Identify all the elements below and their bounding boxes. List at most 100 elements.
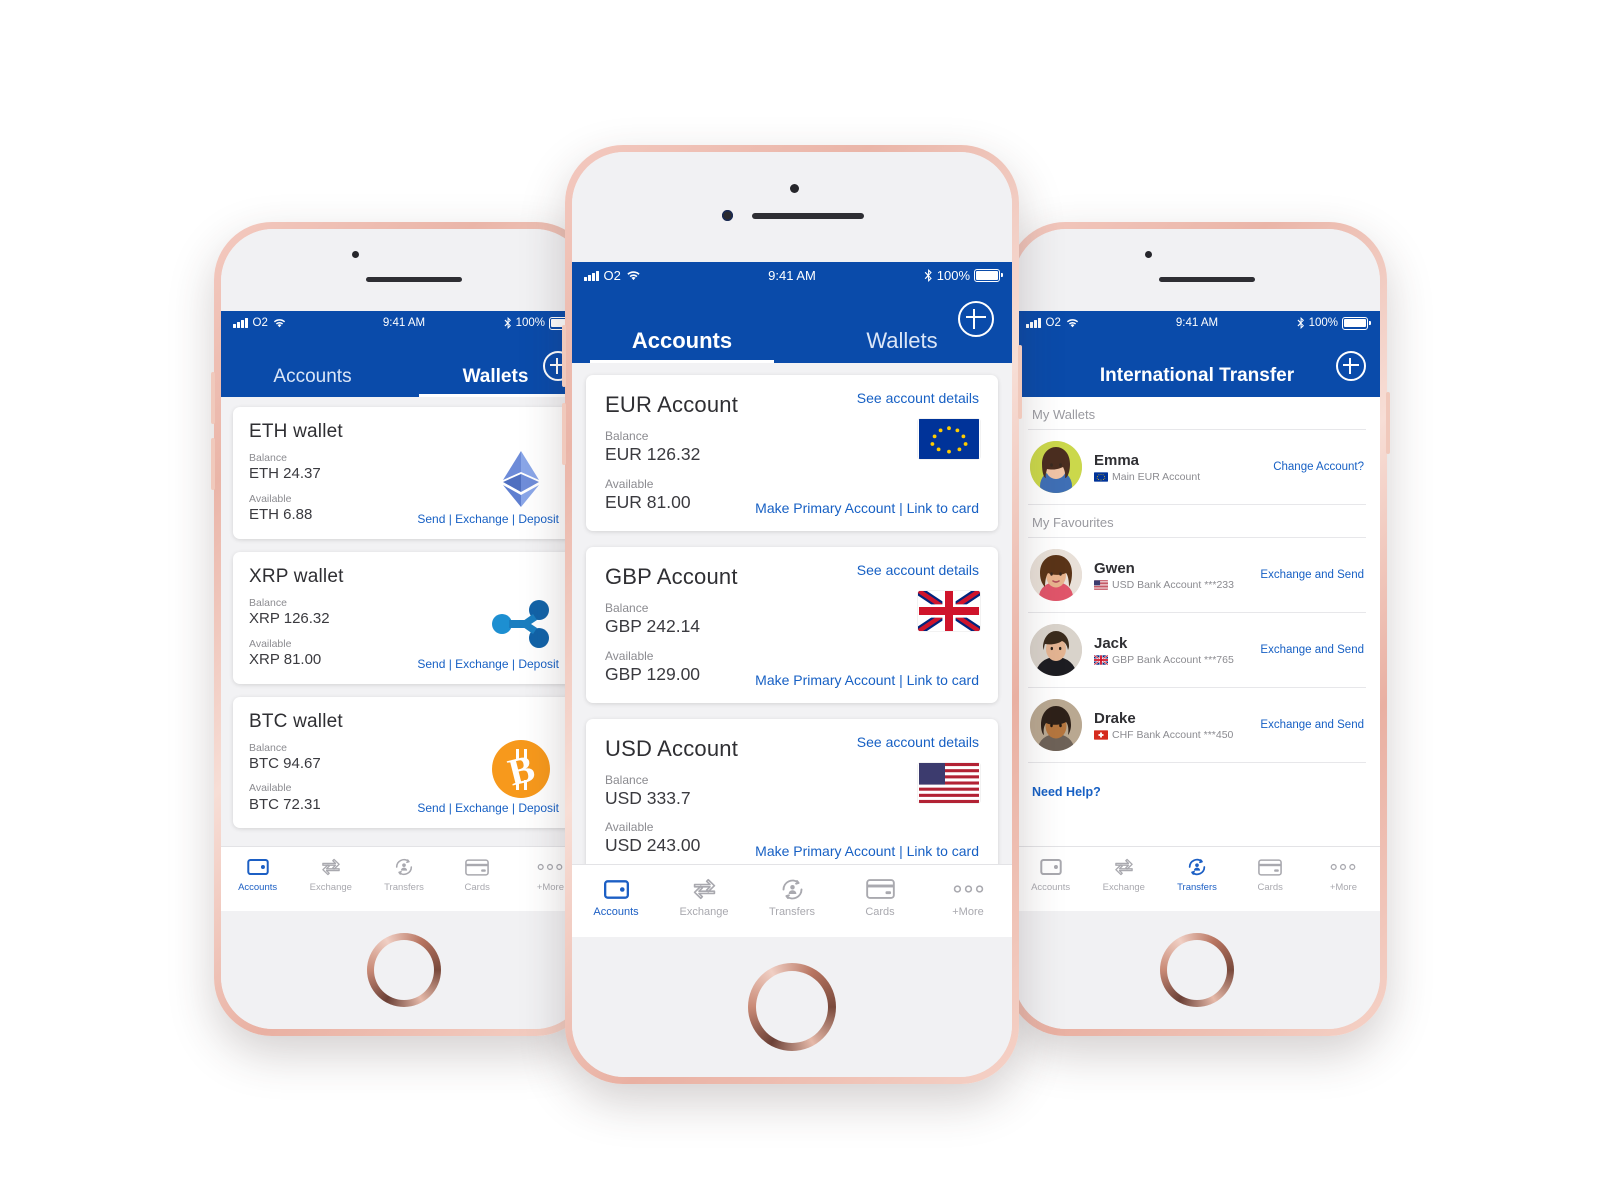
- tabbar-accounts[interactable]: Accounts: [221, 855, 294, 893]
- power-button[interactable]: [1018, 345, 1022, 419]
- exchange-arrows-icon: [1087, 855, 1160, 879]
- wallet-actions[interactable]: Send | Exchange | Deposit: [417, 512, 559, 526]
- battery-icon: [974, 269, 1003, 282]
- us-flag-icon: [1094, 579, 1108, 590]
- tabbar-transfers[interactable]: Transfers: [748, 875, 836, 918]
- home-button[interactable]: [748, 963, 836, 1051]
- volume-up-button[interactable]: [562, 325, 566, 387]
- available-label: Available: [605, 648, 654, 663]
- accounts-list: EUR Account See account details Balance …: [572, 363, 1012, 864]
- status-bar: O2 9:41 AM 100%: [1014, 311, 1380, 335]
- plus-circle-icon[interactable]: [1336, 351, 1366, 381]
- wallet-card[interactable]: ETH wallet Balance ETH 24.37 Available E…: [233, 407, 575, 539]
- tabbar-label: Exchange: [679, 906, 729, 918]
- phone-center-navbar: Accounts Wallets: [572, 289, 1012, 363]
- see-account-details-link[interactable]: See account details: [857, 734, 979, 750]
- wifi-icon: [1066, 319, 1078, 328]
- carrier-label: O2: [603, 268, 621, 283]
- list-item[interactable]: Jack GBP Bank Account ***765 Exchange an…: [1028, 613, 1366, 688]
- account-card[interactable]: USD Account See account details Balance …: [586, 718, 998, 864]
- phone-left-top-bezel: [221, 229, 587, 311]
- segment-tabs: Accounts Wallets: [572, 289, 1012, 363]
- tabbar-label: Exchange: [1102, 882, 1145, 893]
- power-button[interactable]: [1386, 392, 1390, 454]
- transfers-person-icon: [1160, 855, 1233, 879]
- tabbar-accounts[interactable]: Accounts: [572, 875, 660, 918]
- tab-accounts[interactable]: Accounts: [221, 366, 404, 397]
- tabbar-cards[interactable]: Cards: [1234, 855, 1307, 893]
- phone-center-screen: O2 9:41 AM 100% Accounts Wallets EUR Acc…: [572, 262, 1012, 937]
- list-item[interactable]: Drake CHF Bank Account ***450 Exchange a…: [1028, 688, 1366, 763]
- exchange-and-send-link[interactable]: Exchange and Send: [1252, 719, 1364, 731]
- account-label: GBP Bank Account ***765: [1112, 653, 1234, 666]
- tabbar-label: Transfers: [1177, 882, 1217, 893]
- tabbar-cards[interactable]: Cards: [441, 855, 514, 893]
- list-item[interactable]: Gwen USD Bank Account ***233 Exchange an…: [1028, 537, 1366, 613]
- bluetooth-icon: [504, 317, 511, 329]
- carrier-label: O2: [252, 317, 268, 329]
- account-actions[interactable]: Make Primary Account | Link to card: [755, 500, 979, 516]
- wifi-icon: [627, 271, 640, 281]
- wallet-actions[interactable]: Send | Exchange | Deposit: [417, 657, 559, 671]
- exchange-arrows-icon: [294, 855, 367, 879]
- phone-left-screen: O2 9:41 AM 100% Accounts Wallets ETH wal…: [221, 311, 587, 911]
- account-actions[interactable]: Make Primary Account | Link to card: [755, 843, 979, 859]
- account-label: Main EUR Account: [1112, 470, 1201, 483]
- battery-percent-label: 100%: [936, 268, 970, 283]
- account-actions[interactable]: Make Primary Account | Link to card: [755, 672, 979, 688]
- contact-name: Emma: [1094, 451, 1140, 469]
- bitcoin-icon: B: [492, 739, 550, 798]
- need-help-link[interactable]: Need Help?: [1028, 763, 1366, 799]
- bottom-tab-bar: Accounts Exchange Transfers Cards +More: [572, 864, 1012, 937]
- available-label: Available: [605, 820, 654, 835]
- tabbar-accounts[interactable]: Accounts: [1014, 855, 1087, 893]
- transfer-list: My Wallets Emma Main EUR Account Change …: [1014, 397, 1380, 846]
- tabbar-transfers[interactable]: Transfers: [367, 855, 440, 893]
- wallet-card[interactable]: XRP wallet Balance XRP 126.32 Available …: [233, 551, 575, 684]
- wallet-card[interactable]: BTC wallet Balance BTC 94.67 Available B…: [233, 696, 575, 829]
- tabbar-label: +More: [952, 906, 984, 918]
- available-label: Available: [605, 476, 654, 491]
- tab-accounts[interactable]: Accounts: [572, 328, 792, 363]
- home-button[interactable]: [1160, 933, 1234, 1007]
- avatar: [1030, 699, 1082, 751]
- transfers-person-icon: [367, 855, 440, 879]
- see-account-details-link[interactable]: See account details: [857, 562, 979, 578]
- volume-down-button[interactable]: [562, 403, 566, 465]
- eu-flag-icon: [918, 419, 980, 459]
- phone-right-top-bezel: [1014, 229, 1380, 311]
- exchange-and-send-link[interactable]: Exchange and Send: [1252, 569, 1364, 581]
- avatar: [1030, 624, 1082, 676]
- wallet-icon: [221, 855, 294, 879]
- tabbar-label: Exchange: [309, 882, 352, 893]
- tabbar-transfers[interactable]: Transfers: [1160, 855, 1233, 893]
- list-item[interactable]: Emma Main EUR Account Change Account?: [1028, 429, 1366, 505]
- tabbar-cards[interactable]: Cards: [836, 875, 924, 918]
- account-label: USD Bank Account ***233: [1112, 578, 1234, 591]
- avatar: [1030, 441, 1082, 493]
- credit-card-icon: [441, 855, 514, 879]
- plus-circle-icon[interactable]: [958, 300, 994, 337]
- signal-bars-icon: [1026, 318, 1041, 328]
- exchange-arrows-icon: [660, 875, 748, 903]
- exchange-and-send-link[interactable]: Exchange and Send: [1252, 644, 1364, 656]
- account-card[interactable]: EUR Account See account details Balance …: [586, 375, 998, 531]
- tabbar-exchange[interactable]: Exchange: [1087, 855, 1160, 893]
- transfers-person-icon: [748, 875, 836, 903]
- phone-left-bottom-bezel: [221, 911, 587, 1029]
- tabbar-more[interactable]: +More: [924, 875, 1012, 918]
- phone-center: O2 9:41 AM 100% Accounts Wallets EUR Acc…: [562, 145, 1022, 1084]
- home-button[interactable]: [367, 933, 441, 1007]
- see-account-details-link[interactable]: See account details: [857, 390, 979, 406]
- page-title: International Transfer: [1099, 365, 1295, 386]
- volume-down-button[interactable]: [211, 438, 215, 490]
- tabbar-label: Cards: [1257, 882, 1283, 893]
- change-account-link[interactable]: Change Account?: [1265, 461, 1364, 473]
- tabbar-exchange[interactable]: Exchange: [294, 855, 367, 893]
- wallet-actions[interactable]: Send | Exchange | Deposit: [417, 801, 559, 815]
- account-card[interactable]: GBP Account See account details Balance …: [586, 546, 998, 703]
- volume-up-button[interactable]: [211, 372, 215, 424]
- battery-percent-label: 100%: [1308, 317, 1338, 329]
- tabbar-more[interactable]: +More: [1307, 855, 1380, 893]
- tabbar-exchange[interactable]: Exchange: [660, 875, 748, 918]
